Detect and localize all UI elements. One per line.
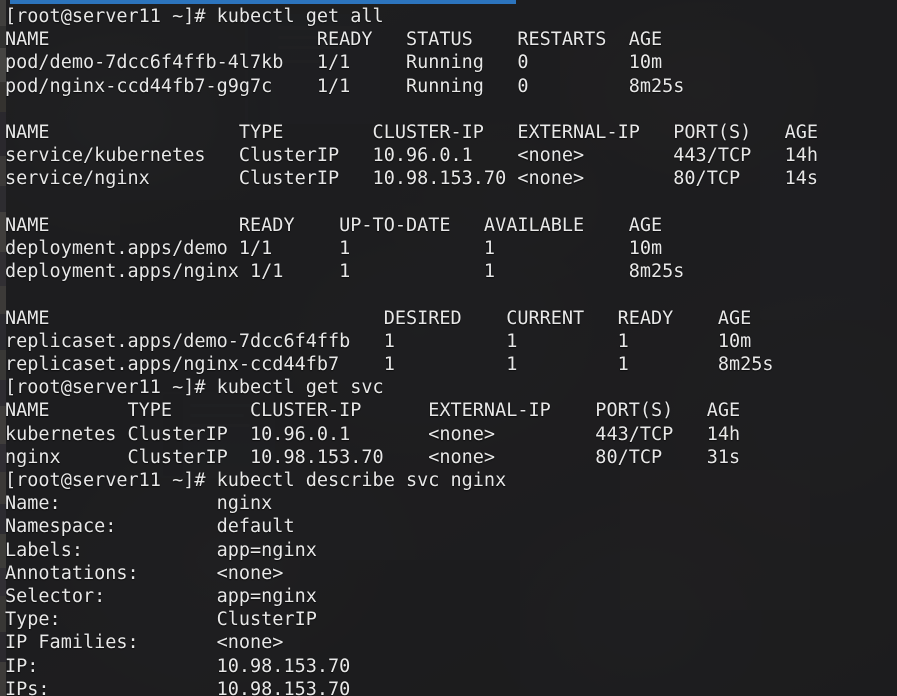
terminal-body[interactable]: [root@server11 ~]# kubectl get all NAME … [5, 5, 897, 696]
screen: [root@server11 ~]# kubectl get all NAME … [0, 0, 897, 696]
window-titlebar-accent [10, 0, 516, 4]
terminal-output: [root@server11 ~]# kubectl get all NAME … [5, 6, 819, 696]
terminal-window[interactable]: [root@server11 ~]# kubectl get all NAME … [0, 0, 897, 696]
